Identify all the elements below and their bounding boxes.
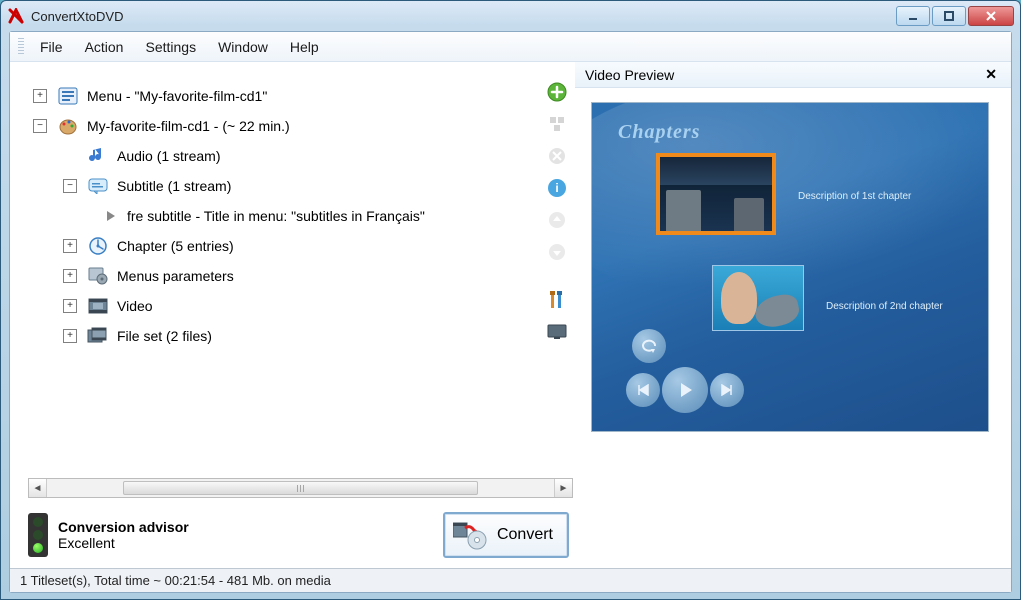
convert-button[interactable]: Convert (443, 512, 569, 558)
preview-heading: Chapters (618, 121, 700, 144)
move-up-button (545, 208, 569, 232)
audio-icon (87, 145, 109, 167)
remove-button (545, 144, 569, 168)
preview-play-button[interactable] (662, 367, 708, 413)
chapter-1-label: Description of 1st chapter (798, 191, 911, 202)
menubar: File Action Settings Window Help (10, 32, 1011, 62)
scroll-left-button[interactable]: ◄ (29, 479, 47, 497)
expand-icon[interactable]: + (63, 239, 77, 253)
svg-text:i: i (555, 181, 558, 195)
scroll-track[interactable] (47, 481, 554, 495)
tree-label: Subtitle (1 stream) (117, 178, 231, 194)
move-down-button (545, 240, 569, 264)
hscrollbar[interactable]: ◄ ► (28, 478, 573, 498)
info-button[interactable]: i (545, 176, 569, 200)
expand-icon[interactable]: + (33, 89, 47, 103)
collapse-icon[interactable]: − (63, 179, 77, 193)
expand-icon[interactable]: + (63, 329, 77, 343)
chapter-icon (87, 235, 109, 257)
tree-row-menu[interactable]: + Menu - "My-favorite-film-cd1" (29, 81, 538, 111)
maximize-button[interactable] (932, 6, 966, 26)
merge-button (545, 112, 569, 136)
tree-row-audio[interactable]: Audio (1 stream) (29, 141, 538, 171)
app-window: ConvertXtoDVD File Action Settings Windo… (0, 0, 1021, 600)
bottom-row: Conversion advisor Excellent Convert (28, 512, 575, 558)
fileset-icon (87, 325, 109, 347)
tools-button[interactable] (545, 288, 569, 312)
menu-icon (57, 85, 79, 107)
chapter-2-label: Description of 2nd chapter (826, 301, 943, 312)
settings-icon (87, 265, 109, 287)
tree-label: Video (117, 298, 153, 314)
main-body: + Menu - "My-favorite-film-cd1" − My-fav… (10, 62, 1011, 568)
menu-help[interactable]: Help (280, 35, 329, 59)
preview-title: Video Preview (585, 67, 674, 83)
expand-spacer (63, 149, 77, 163)
advisor: Conversion advisor Excellent (58, 519, 433, 551)
dvd-preview: Chapters Description of 1st chapter Desc… (591, 102, 989, 432)
subtitle-icon (87, 175, 109, 197)
tree-label: File set (2 files) (117, 328, 212, 344)
source-tree: + Menu - "My-favorite-film-cd1" − My-fav… (28, 76, 539, 470)
statusbar: 1 Titleset(s), Total time ~ 00:21:54 - 4… (10, 568, 1011, 592)
tree-row-titleset[interactable]: − My-favorite-film-cd1 - (~ 22 min.) (29, 111, 538, 141)
tree-label: Chapter (5 entries) (117, 238, 234, 254)
add-button[interactable] (545, 80, 569, 104)
play-icon (103, 205, 119, 227)
preview-back-button[interactable] (632, 329, 666, 363)
tree-row-menus-params[interactable]: + Menus parameters (29, 261, 538, 291)
scroll-thumb[interactable] (123, 481, 478, 495)
tree-label: Menu - "My-favorite-film-cd1" (87, 88, 267, 104)
preview-toggle-button[interactable] (545, 320, 569, 344)
chapter-2-thumbnail[interactable] (712, 265, 804, 331)
video-icon (87, 295, 109, 317)
status-text: 1 Titleset(s), Total time ~ 00:21:54 - 4… (20, 573, 331, 588)
convert-label: Convert (497, 526, 553, 544)
scroll-right-button[interactable]: ► (554, 479, 572, 497)
tree-row-subtitle[interactable]: − Subtitle (1 stream) (29, 171, 538, 201)
convert-icon (453, 520, 487, 550)
minimize-button[interactable] (896, 6, 930, 26)
preview-close-button[interactable]: ✕ (981, 66, 1001, 83)
menu-file[interactable]: File (30, 35, 73, 59)
tree-row-chapter[interactable]: + Chapter (5 entries) (29, 231, 538, 261)
client-area: File Action Settings Window Help + Menu … (9, 31, 1012, 593)
tree-row-fileset[interactable]: + File set (2 files) (29, 321, 538, 351)
tree-label: Menus parameters (117, 268, 234, 284)
menu-window[interactable]: Window (208, 35, 278, 59)
app-icon (7, 7, 25, 25)
tree-row-subtitle-child[interactable]: fre subtitle - Title in menu: "subtitles… (29, 201, 538, 231)
left-pane: + Menu - "My-favorite-film-cd1" − My-fav… (10, 62, 575, 568)
expand-icon[interactable]: + (63, 269, 77, 283)
preview-prev-button[interactable] (626, 373, 660, 407)
palette-icon (57, 115, 79, 137)
preview-next-button[interactable] (710, 373, 744, 407)
menu-action[interactable]: Action (75, 35, 134, 59)
traffic-light-icon (28, 513, 48, 557)
menubar-grip (18, 38, 24, 56)
preview-nav-controls (626, 367, 744, 413)
chapter-1-thumbnail[interactable] (656, 153, 776, 235)
collapse-icon[interactable]: − (33, 119, 47, 133)
menu-settings[interactable]: Settings (135, 35, 206, 59)
tree-row-video[interactable]: + Video (29, 291, 538, 321)
preview-body: Chapters Description of 1st chapter Desc… (575, 88, 1011, 568)
titlebar: ConvertXtoDVD (1, 1, 1020, 31)
expand-icon[interactable]: + (63, 299, 77, 313)
window-controls (896, 6, 1014, 26)
source-toolbar: i (539, 76, 575, 470)
close-button[interactable] (968, 6, 1014, 26)
tree-label: My-favorite-film-cd1 - (~ 22 min.) (87, 118, 290, 134)
preview-header: Video Preview ✕ (575, 62, 1011, 88)
advisor-title: Conversion advisor (58, 519, 433, 535)
tree-wrap: + Menu - "My-favorite-film-cd1" − My-fav… (28, 76, 575, 470)
right-pane: Video Preview ✕ Chapters Description of … (575, 62, 1011, 568)
window-title: ConvertXtoDVD (31, 9, 896, 24)
tree-label: fre subtitle - Title in menu: "subtitles… (127, 208, 425, 224)
tree-label: Audio (1 stream) (117, 148, 220, 164)
advisor-status: Excellent (58, 535, 433, 551)
